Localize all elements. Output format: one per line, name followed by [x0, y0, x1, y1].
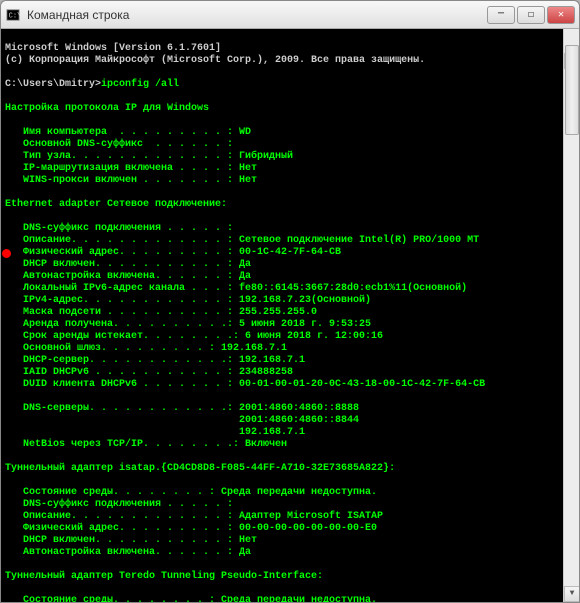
eth-description: Описание. . . . . . . . . . . . . : Сете…	[5, 235, 479, 246]
host-wins-proxy: WINS-прокси включен . . . . . . . : Нет	[5, 175, 257, 186]
command-text: ipconfig /all	[101, 79, 179, 90]
svg-text:C:\: C:\	[9, 12, 20, 20]
eth-dns-suffix: DNS-суффикс подключения . . . . . :	[5, 223, 233, 234]
scrollbar[interactable]: ▲ ▼	[563, 29, 579, 602]
highlight-marker-icon	[2, 249, 11, 258]
minimize-button[interactable]: ─	[487, 6, 515, 24]
isatap-physical: Физический адрес. . . . . . . . . : 00-0…	[5, 523, 377, 534]
eth-autoconfig: Автонастройка включена. . . . . . : Да	[5, 271, 251, 282]
eth-duid: DUID клиента DHCPv6 . . . . . . . : 00-0…	[5, 379, 485, 390]
isatap-dns-suffix: DNS-суффикс подключения . . . . . :	[5, 499, 233, 510]
window: C:\ Командная строка ─ ☐ ✕ Microsoft Win…	[0, 0, 580, 603]
cmd-icon: C:\	[5, 7, 21, 23]
copyright-line: (c) Корпорация Майкрософт (Microsoft Cor…	[5, 55, 425, 66]
eth-subnet-mask: Маска подсети . . . . . . . . . . : 255.…	[5, 307, 317, 318]
eth-dns-1: DNS-серверы. . . . . . . . . . . .: 2001…	[5, 403, 359, 414]
scroll-thumb[interactable]	[565, 45, 579, 135]
eth-lease-expires: Срок аренды истекает. . . . . . . .: 6 и…	[5, 331, 383, 342]
section-isatap: Туннельный адаптер isatap.{CD4CD8D8-F085…	[5, 463, 395, 474]
window-controls: ─ ☐ ✕	[487, 6, 575, 24]
section-teredo: Туннельный адаптер Teredo Tunneling Pseu…	[5, 571, 323, 582]
isatap-media-state: Состояние среды. . . . . . . . : Среда п…	[5, 487, 377, 498]
eth-gateway: Основной шлюз. . . . . . . . . : 192.168…	[5, 343, 287, 354]
maximize-button[interactable]: ☐	[517, 6, 545, 24]
eth-dns-2: 2001:4860:4860::8844	[5, 415, 359, 426]
window-title: Командная строка	[27, 8, 487, 22]
host-ip-routing: IP-маршрутизация включена . . . . : Нет	[5, 163, 257, 174]
isatap-dhcp: DHCP включен. . . . . . . . . . . : Нет	[5, 535, 257, 546]
host-node-type: Тип узла. . . . . . . . . . . . . : Гибр…	[5, 151, 293, 162]
section-ethernet: Ethernet adapter Сетевое подключение:	[5, 199, 227, 210]
eth-iaid: IAID DHCPv6 . . . . . . . . . . . : 2348…	[5, 367, 293, 378]
eth-ipv4-address: IPv4-адрес. . . . . . . . . . . . : 192.…	[5, 295, 371, 306]
scroll-down-button[interactable]: ▼	[564, 586, 579, 602]
teredo-media-state: Состояние среды. . . . . . . . : Среда п…	[5, 595, 377, 602]
eth-dhcp-enabled: DHCP включен. . . . . . . . . . . : Да	[5, 259, 251, 270]
eth-netbios: NetBios через TCP/IP. . . . . . . .: Вкл…	[5, 439, 287, 450]
eth-dhcp-server: DHCP-сервер. . . . . . . . . . . .: 192.…	[5, 355, 305, 366]
os-version-line: Microsoft Windows [Version 6.1.7601]	[5, 43, 221, 54]
host-name: Имя компьютера . . . . . . . . . : WD	[5, 127, 251, 138]
eth-physical-address: Физический адрес. . . . . . . . . : 00-1…	[5, 247, 341, 258]
prompt-path: C:\Users\Dmitry>	[5, 79, 101, 90]
eth-dns-3: 192.168.7.1	[5, 427, 305, 438]
eth-lease-obtained: Аренда получена. . . . . . . . . .: 5 ию…	[5, 319, 371, 330]
isatap-description: Описание. . . . . . . . . . . . . : Адап…	[5, 511, 383, 522]
isatap-autoconfig: Автонастройка включена. . . . . . : Да	[5, 547, 251, 558]
close-button[interactable]: ✕	[547, 6, 575, 24]
titlebar[interactable]: C:\ Командная строка ─ ☐ ✕	[1, 1, 579, 29]
terminal-output[interactable]: Microsoft Windows [Version 6.1.7601] (c)…	[1, 29, 579, 602]
eth-ipv6-local: Локальный IPv6-адрес канала . . . : fe80…	[5, 283, 467, 294]
section-ip-config: Настройка протокола IP для Windows	[5, 103, 209, 114]
host-dns-suffix: Основной DNS-суффикс . . . . . . :	[5, 139, 233, 150]
